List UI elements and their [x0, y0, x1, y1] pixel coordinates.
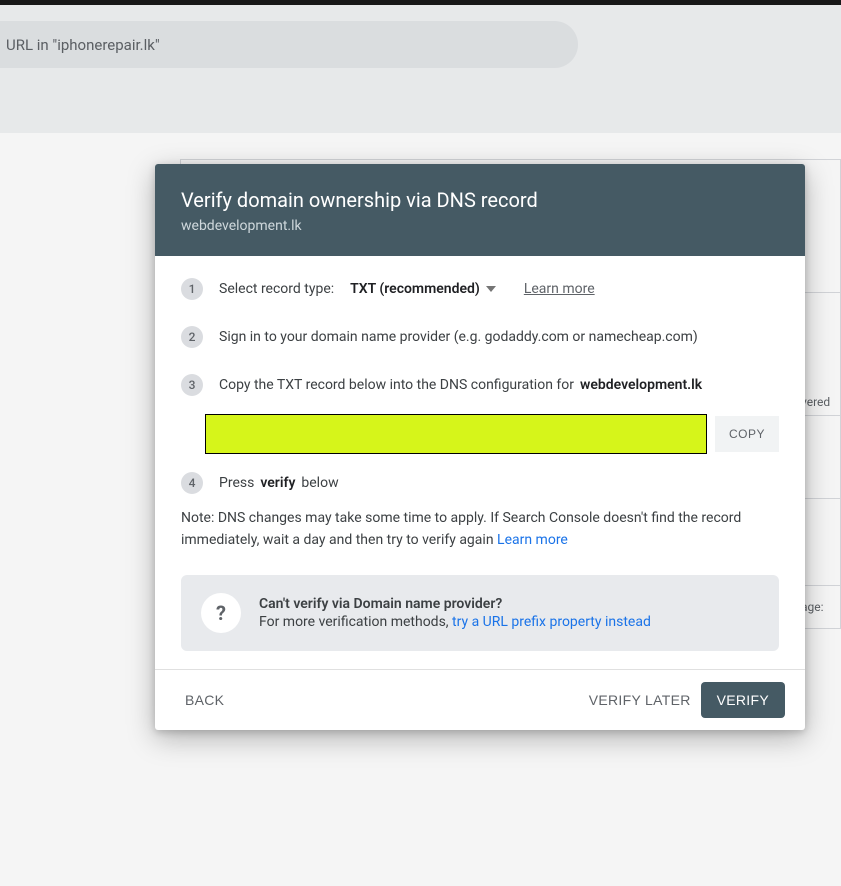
txt-record-row: COPY [205, 414, 779, 454]
back-button[interactable]: BACK [175, 684, 234, 716]
step-number: 4 [181, 472, 203, 494]
txt-record-box[interactable] [205, 414, 707, 454]
help-icon: ? [201, 593, 241, 633]
info-title: Can't verify via Domain name provider? [259, 596, 651, 612]
step-number: 1 [181, 278, 203, 300]
info-box: ? Can't verify via Domain name provider?… [181, 575, 779, 651]
verify-domain-modal: Verify domain ownership via DNS record w… [155, 164, 805, 730]
note-text: Note: DNS changes may take some time to … [181, 508, 779, 551]
step-3-prefix: Copy the TXT record below into the DNS c… [219, 377, 574, 393]
step-4-bold: verify [260, 475, 295, 491]
step-1-text: Select record type: TXT (recommended) Le… [219, 281, 595, 297]
dropdown-value: TXT (recommended) [350, 281, 480, 297]
copy-button[interactable]: COPY [715, 416, 779, 452]
step-4-row: 4 Press verify below [181, 472, 779, 494]
verify-later-button[interactable]: VERIFY LATER [579, 684, 701, 716]
question-mark-icon: ? [216, 601, 226, 625]
step-4-text: Press verify below [219, 475, 339, 491]
chevron-down-icon [486, 286, 496, 292]
info-subtitle: For more verification methods, try a URL… [259, 614, 651, 630]
step-3-domain: webdevelopment.lk [580, 377, 702, 393]
step-1-label: Select record type: [219, 281, 334, 297]
learn-more-link[interactable]: Learn more [524, 281, 595, 297]
verify-button[interactable]: VERIFY [701, 682, 785, 718]
step-3-row: 3 Copy the TXT record below into the DNS… [181, 374, 779, 396]
step-number: 2 [181, 326, 203, 348]
step-4-prefix: Press [219, 475, 254, 491]
modal-footer: BACK VERIFY LATER VERIFY [155, 669, 805, 730]
modal-subtitle: webdevelopment.lk [181, 218, 779, 234]
step-1-row: 1 Select record type: TXT (recommended) … [181, 278, 779, 300]
note-learn-more-link[interactable]: Learn more [497, 532, 568, 548]
step-3-text: Copy the TXT record below into the DNS c… [219, 377, 702, 393]
modal-body: 1 Select record type: TXT (recommended) … [155, 256, 805, 669]
modal-title: Verify domain ownership via DNS record [181, 188, 779, 212]
modal-header: Verify domain ownership via DNS record w… [155, 164, 805, 256]
step-2-row: 2 Sign in to your domain name provider (… [181, 326, 779, 348]
step-4-suffix: below [301, 475, 338, 491]
info-sub-prefix: For more verification methods, [259, 614, 452, 630]
step-number: 3 [181, 374, 203, 396]
record-type-dropdown[interactable]: TXT (recommended) [350, 281, 496, 297]
step-2-text: Sign in to your domain name provider (e.… [219, 329, 698, 345]
note-body: Note: DNS changes may take some time to … [181, 510, 741, 548]
info-content: Can't verify via Domain name provider? F… [259, 596, 651, 630]
url-prefix-link[interactable]: try a URL prefix property instead [452, 614, 651, 630]
